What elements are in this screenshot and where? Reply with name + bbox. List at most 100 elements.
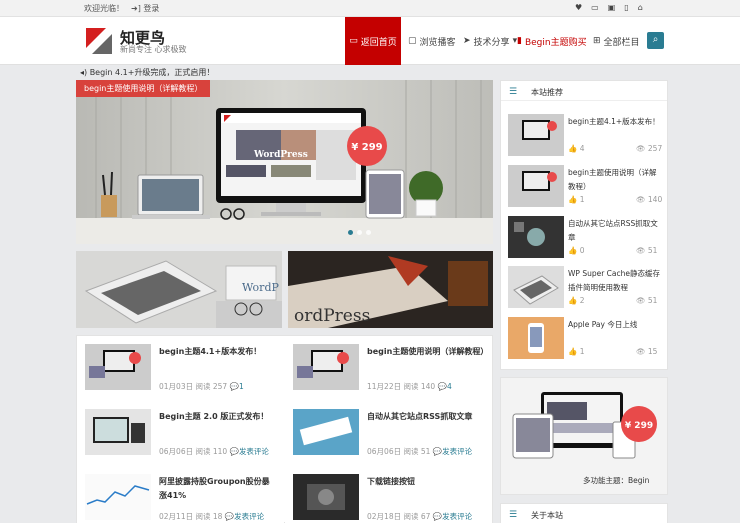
card-icon[interactable]: ▭ <box>591 3 599 12</box>
nav-podcast-label: 浏览播客 <box>419 37 456 48</box>
slider-price: ¥ 299 <box>351 142 382 153</box>
home-icon[interactable]: ⌂ <box>638 3 643 12</box>
views: 👁 257 <box>636 144 663 153</box>
widget-title: 本站推荐 <box>531 88 563 97</box>
nav-home-label: 返回首页 <box>360 37 397 48</box>
post-thumbnail[interactable] <box>85 344 151 390</box>
recommend-thumbnail[interactable] <box>508 216 564 258</box>
post-title[interactable]: 自动从其它站点RSS抓取文章 <box>367 410 485 424</box>
likes: 👍 2 <box>568 296 585 305</box>
tablet-icon[interactable]: ▯ <box>624 3 628 12</box>
post-item[interactable]: begin主题使用说明（详解教程） 11月22日 阅读 140 💬4 <box>285 336 492 399</box>
post-meta: 06月06日 阅读 110 💬发表评论 <box>159 447 269 456</box>
featured-slider[interactable]: ¥ 299 WordPress begin主题使用说明（详解教程） <box>76 80 493 244</box>
post-meta: 02月18日 阅读 67 💬发表评论 <box>367 512 473 521</box>
recommend-thumbnail[interactable] <box>508 317 564 359</box>
post-meta: 11月22日 阅读 140 💬4 <box>367 382 452 391</box>
recommend-title[interactable]: begin主题使用说明（详解教程） <box>568 166 662 194</box>
views: 👁 140 <box>636 195 663 204</box>
monitor-icon: ▭ <box>349 36 358 46</box>
widget-header: ☰ 关于本站 <box>501 504 667 523</box>
comment-icon: 💬 <box>229 382 239 391</box>
post-meta: 02月11日 阅读 18 💬发表评论 <box>159 512 265 521</box>
recommend-thumbnail[interactable] <box>508 165 564 207</box>
speaker-icon: ◂) <box>80 68 88 77</box>
widget-header: ☰ 本站推荐 <box>501 81 667 101</box>
recommend-title[interactable]: begin主题4.1+版本发布！ <box>568 115 662 129</box>
bookmark-icon: ▮ <box>517 36 522 46</box>
recommend-item[interactable]: 自动从其它站点RSS抓取文章 👍 0 👁 51 <box>508 216 660 264</box>
post-thumbnail[interactable] <box>85 474 151 520</box>
notice-bar: ◂) Begin 4.1+升级完成，正式启用！ <box>80 67 214 78</box>
list-icon: ☰ <box>509 510 518 520</box>
notice-text[interactable]: Begin 4.1+升级完成，正式启用！ <box>90 68 215 77</box>
post-item[interactable]: 下载链接按钮 02月18日 阅读 67 💬发表评论 <box>285 466 492 523</box>
recommend-item[interactable]: WP Super Cache静态缓存插件简明使用教程 👍 2 👁 51 <box>508 266 660 314</box>
recommend-item[interactable]: begin主题4.1+版本发布！ 👍 4 👁 257 <box>508 114 663 162</box>
logo-icon[interactable] <box>86 28 112 54</box>
likes: 👍 4 <box>568 144 585 153</box>
nav-tech-label: 技术分享 <box>473 37 510 48</box>
recommend-title[interactable]: 自动从其它站点RSS抓取文章 <box>568 217 662 245</box>
recommend-thumbnail[interactable] <box>508 114 564 156</box>
top-icons: ♥ ▭ ▣ ▯ ⌂ <box>575 3 643 12</box>
page-icon: ▢ <box>408 36 417 46</box>
post-title[interactable]: begin主题使用说明（详解教程） <box>367 345 488 359</box>
sitemap-icon: ⊞ <box>593 36 601 46</box>
theme-ad-widget[interactable]: ¥ 299 多功能主题：Begin <box>500 377 668 495</box>
site-description: 新尚专注 心求极致 <box>120 45 187 54</box>
nav-home[interactable]: ▭ 返回首页 <box>345 17 401 65</box>
nav-all-label: 全部栏目 <box>603 37 640 48</box>
post-title[interactable]: Begin主题 2.0 版正式发布！ <box>159 410 277 424</box>
post-meta: 01月03日 阅读 257 💬1 <box>159 382 244 391</box>
post-thumbnail[interactable] <box>85 409 151 455</box>
feature-image: WordP <box>76 251 282 328</box>
slider-dots <box>348 230 371 235</box>
nav-buy[interactable]: ▮ Begin主题购买 <box>517 17 587 65</box>
nav-all[interactable]: ⊞ 全部栏目 <box>593 17 640 65</box>
recommend-item[interactable]: begin主题使用说明（详解教程） 👍 1 👁 140 <box>508 165 663 213</box>
slider-dot[interactable] <box>357 230 362 235</box>
likes: 👍 1 <box>568 195 585 204</box>
ad-caption[interactable]: 多功能主题：Begin <box>583 475 649 486</box>
feature-thumb-wordpress[interactable]: ordPress <box>288 251 493 328</box>
post-item[interactable]: 阿里披露持股Groupon股份暴涨41% 02月11日 阅读 18 💬发表评论 <box>77 466 284 523</box>
slider-tag[interactable]: begin主题使用说明（详解教程） <box>76 80 211 97</box>
list-icon: ☰ <box>509 87 518 97</box>
site-header: 知更鸟 新尚专注 心求极致 ▭ 返回首页 ▢ 浏览播客 ➤ 技术分享 ▾ ▮ B… <box>0 17 740 65</box>
feature-right-text: ordPress <box>294 306 370 326</box>
recommend-thumbnail[interactable] <box>508 266 564 308</box>
nav-tech[interactable]: ➤ 技术分享 ▾ <box>463 17 517 65</box>
login-link[interactable]: ➜] 登录 <box>131 3 159 14</box>
ad-image: ¥ 299 <box>512 392 657 459</box>
paper-plane-icon: ➤ <box>463 36 471 46</box>
recommend-title[interactable]: Apple Pay 今日上线 <box>568 318 662 332</box>
post-thumbnail[interactable] <box>293 474 359 520</box>
post-title[interactable]: begin主题4.1+版本发布！ <box>159 345 277 359</box>
post-meta: 06月06日 阅读 51 💬发表评论 <box>367 447 473 456</box>
post-title[interactable]: 下载链接按钮 <box>367 475 485 489</box>
heart-icon[interactable]: ♥ <box>575 3 582 12</box>
post-thumbnail[interactable] <box>293 344 359 390</box>
slider-dot[interactable] <box>366 230 371 235</box>
post-item[interactable]: begin主题4.1+版本发布！ 01月03日 阅读 257 💬1 <box>77 336 284 399</box>
search-button[interactable]: ⌕ <box>647 32 664 49</box>
post-item[interactable]: Begin主题 2.0 版正式发布！ 06月06日 阅读 110 💬发表评论 <box>77 401 284 464</box>
comment-icon: 💬 <box>229 447 239 456</box>
recommend-item[interactable]: Apple Pay 今日上线 👍 1 👁 15 <box>508 317 660 365</box>
recommend-widget: ☰ 本站推荐 begin主题4.1+版本发布！ 👍 4 👁 257 begin主… <box>500 80 668 370</box>
post-thumbnail[interactable] <box>293 409 359 455</box>
feature-thumb-laptop[interactable]: WordP <box>76 251 282 328</box>
recommend-title[interactable]: WP Super Cache静态缓存插件简明使用教程 <box>568 267 662 295</box>
views: 👁 51 <box>636 296 658 305</box>
post-title[interactable]: 阿里披露持股Groupon股份暴涨41% <box>159 475 277 503</box>
slider-dot[interactable] <box>348 230 353 235</box>
nav-podcast[interactable]: ▢ 浏览播客 <box>408 17 456 65</box>
post-item[interactable]: 自动从其它站点RSS抓取文章 06月06日 阅读 51 💬发表评论 <box>285 401 492 464</box>
comment-icon: 💬 <box>224 512 235 521</box>
likes: 👍 1 <box>568 347 585 356</box>
search-icon: ⌕ <box>652 34 659 45</box>
nav-buy-label: Begin主题购买 <box>524 37 587 48</box>
image-icon[interactable]: ▣ <box>608 3 616 12</box>
login-label: 登录 <box>143 4 160 13</box>
